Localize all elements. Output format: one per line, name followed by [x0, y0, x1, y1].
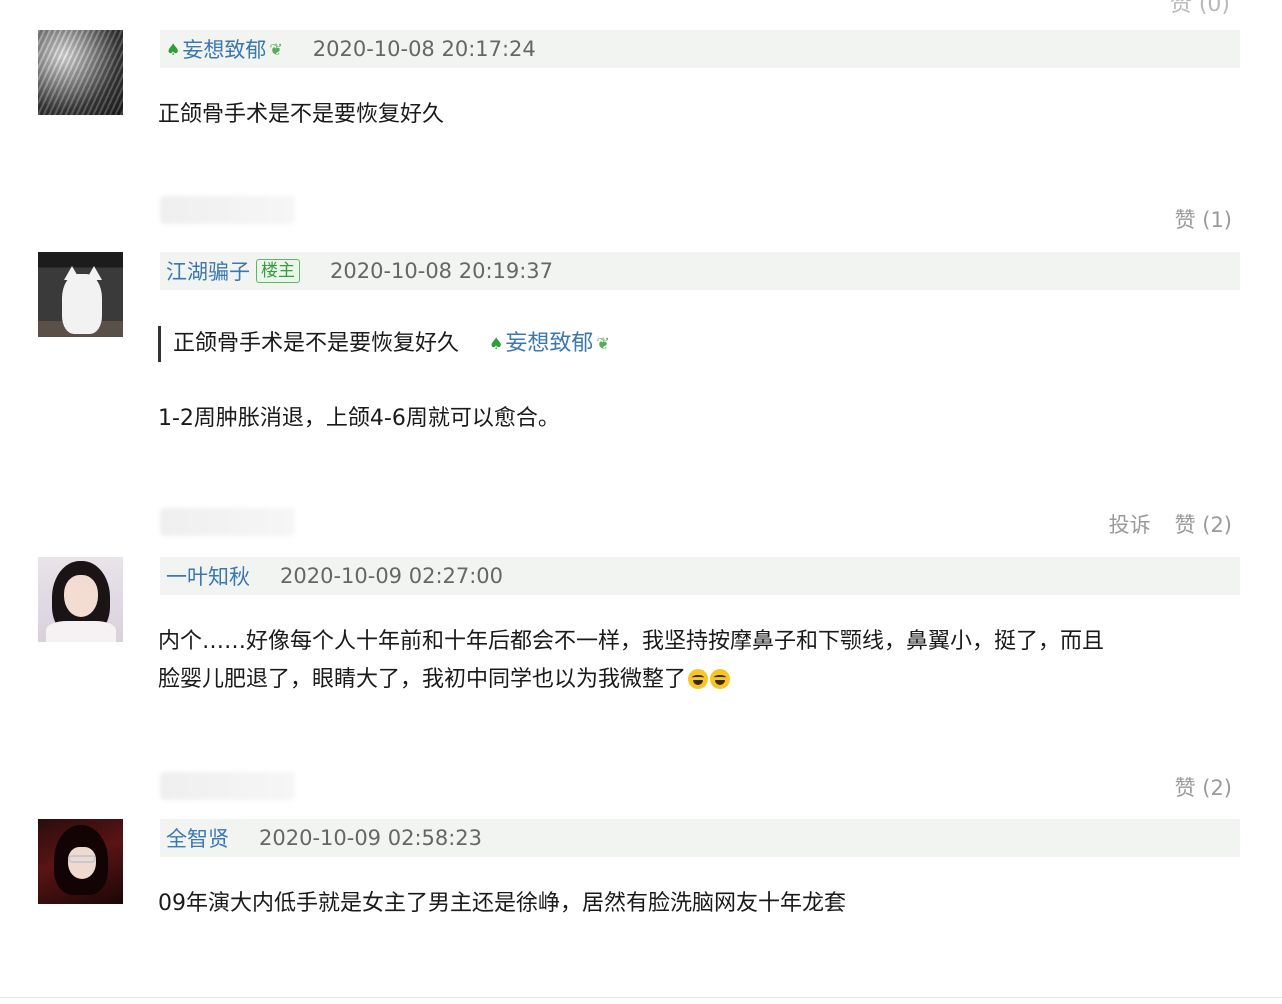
timestamp: 2020-10-08 20:19:37: [330, 259, 554, 283]
vip-leaf-icon: ❦: [596, 334, 610, 353]
blurred-username: [160, 508, 295, 536]
username-text: 江湖骗子: [166, 260, 250, 284]
op-badge: 楼主: [256, 259, 300, 283]
report-button[interactable]: 投诉: [1109, 509, 1151, 539]
avatar[interactable]: [38, 30, 123, 115]
grin-emoji-icon: [688, 669, 709, 689]
vip-tree-icon: ♠: [166, 39, 181, 59]
username-text: 全智贤: [166, 827, 229, 851]
blurred-username: [160, 196, 295, 224]
timestamp: 2020-10-09 02:27:00: [280, 564, 504, 588]
vip-tree-icon: ♠: [489, 334, 504, 353]
quote-username-text: 妄想致郁: [505, 331, 594, 356]
previous-comment-fragment: 赞 (0): [0, 0, 1282, 17]
comment-meta: ♠ 妄想致郁 ❦ 2020-10-08 20:17:24: [160, 30, 1240, 68]
comment-actions: 赞 (1): [1175, 204, 1232, 234]
comment-meta: 江湖骗子 楼主 2020-10-08 20:19:37: [160, 252, 1240, 290]
username-link[interactable]: 全智贤: [166, 823, 229, 853]
username-text: 一叶知秋: [166, 565, 250, 589]
comment-text-line-2: 脸婴儿肥退了，眼睛大了，我初中同学也以为我微整了: [158, 661, 1243, 699]
comment-actions: 投诉 赞 (2): [1109, 509, 1232, 539]
quote-text: 正颌骨手术是不是要恢复好久: [173, 331, 460, 356]
like-button[interactable]: 赞 (1): [1175, 204, 1232, 234]
username-link[interactable]: ♠ 妄想致郁 ❦: [166, 34, 283, 64]
username-text: 妄想致郁: [182, 38, 267, 62]
comment-text: 09年演大内低手就是女主了男主还是徐峥，居然有脸洗脑网友十年龙套: [158, 891, 846, 916]
vip-leaf-icon: ❦: [269, 39, 283, 59]
comment-actions: 赞 (2): [1175, 772, 1232, 802]
like-button[interactable]: 赞 (2): [1175, 509, 1232, 539]
timestamp: 2020-10-08 20:17:24: [312, 37, 536, 61]
previous-like-button[interactable]: 赞 (0): [1170, 0, 1230, 18]
comment-text: 1-2周肿胀消退，上颌4-6周就可以愈合。: [158, 406, 560, 431]
username-link[interactable]: 江湖骗子: [166, 256, 250, 286]
blurred-username: [160, 772, 295, 800]
comment-text-line: 内个……好像每个人十年前和十年后都会不一样，我坚持按摩鼻子和下颚线，鼻翼小，挺了…: [158, 629, 1105, 654]
avatar[interactable]: [38, 819, 123, 904]
comment-meta: 一叶知秋 2020-10-09 02:27:00: [160, 557, 1240, 595]
quoted-comment: 正颌骨手术是不是要恢复好久 ♠ 妄想致郁 ❦: [158, 326, 610, 362]
avatar[interactable]: [38, 557, 123, 642]
comment-text: 正颌骨手术是不是要恢复好久: [158, 102, 445, 127]
avatar[interactable]: [38, 252, 123, 337]
divider: [0, 997, 1282, 998]
like-button[interactable]: 赞 (2): [1175, 772, 1232, 802]
username-link[interactable]: 一叶知秋: [166, 561, 250, 591]
comment-text: 内个……好像每个人十年前和十年后都会不一样，我坚持按摩鼻子和下颚线，鼻翼小，挺了…: [158, 623, 1243, 699]
comment-meta: 全智贤 2020-10-09 02:58:23: [160, 819, 1240, 857]
timestamp: 2020-10-09 02:58:23: [259, 826, 483, 850]
quote-username-link[interactable]: ♠ 妄想致郁 ❦: [489, 326, 610, 362]
grin-emoji-icon: [710, 669, 731, 689]
